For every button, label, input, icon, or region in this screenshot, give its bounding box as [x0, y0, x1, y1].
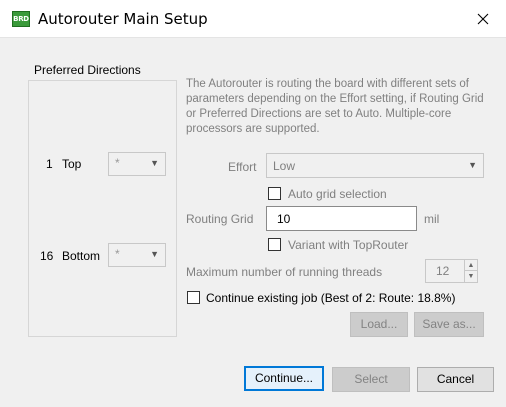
routing-grid-unit: mil	[424, 212, 440, 226]
spin-buttons: ▲ ▼	[464, 260, 477, 282]
routing-grid-label: Routing Grid	[186, 212, 254, 226]
title-bar: BRD Autorouter Main Setup	[0, 0, 506, 38]
continue-job-label: Continue existing job (Best of 2: Route:…	[206, 291, 456, 305]
continue-button[interactable]: Continue...	[244, 366, 324, 391]
variant-toprouter-label: Variant with TopRouter	[288, 238, 409, 252]
brd-app-icon: BRD	[12, 11, 30, 27]
close-button[interactable]	[460, 0, 506, 38]
cancel-button[interactable]: Cancel	[417, 367, 494, 392]
save-as-button[interactable]: Save as...	[414, 312, 484, 337]
threads-value: 12	[436, 264, 450, 278]
window-title: Autorouter Main Setup	[38, 10, 208, 28]
top-direction-select[interactable]: * ▼	[108, 152, 166, 176]
preferred-directions-group	[28, 80, 177, 337]
chevron-down-icon: ▼	[150, 249, 159, 259]
variant-toprouter-checkbox[interactable]	[268, 238, 281, 251]
continue-job-checkbox[interactable]	[187, 291, 200, 304]
spin-down-icon[interactable]: ▼	[465, 271, 477, 282]
auto-grid-label: Auto grid selection	[288, 187, 387, 201]
layer-number-top: 1	[46, 157, 53, 171]
layer-number-bottom: 16	[40, 249, 54, 263]
layer-name-bottom: Bottom	[62, 249, 101, 263]
threads-label: Maximum number of running threads	[186, 265, 383, 279]
spin-up-icon[interactable]: ▲	[465, 260, 477, 271]
chevron-down-icon: ▼	[150, 158, 159, 168]
effort-select[interactable]: Low ▼	[266, 153, 484, 178]
effort-label: Effort	[228, 160, 257, 174]
load-button[interactable]: Load...	[350, 312, 408, 337]
bottom-direction-select[interactable]: * ▼	[108, 243, 166, 267]
autorouter-description: The Autorouter is routing the board with…	[186, 78, 484, 135]
bottom-direction-value: *	[115, 247, 120, 261]
layer-name-top: Top	[62, 157, 82, 171]
close-icon	[477, 13, 489, 25]
select-button[interactable]: Select	[332, 367, 410, 392]
top-direction-value: *	[115, 156, 120, 170]
threads-spinbox[interactable]: 12 ▲ ▼	[425, 259, 478, 283]
chevron-down-icon: ▼	[468, 160, 477, 170]
preferred-directions-label: Preferred Directions	[34, 63, 141, 77]
routing-grid-input[interactable]: 10	[266, 206, 417, 231]
effort-value: Low	[273, 159, 296, 173]
auto-grid-checkbox[interactable]	[268, 187, 281, 200]
